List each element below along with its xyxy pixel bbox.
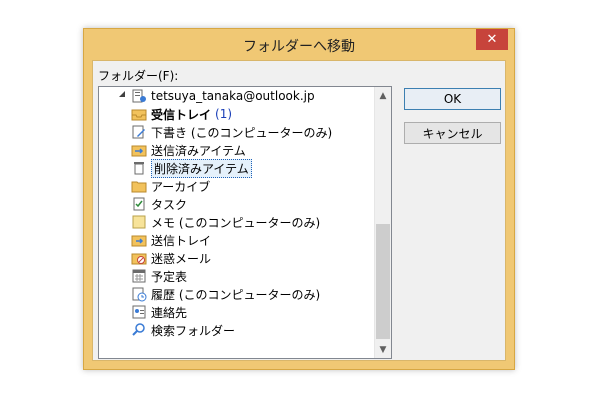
search-folder-icon	[131, 322, 147, 338]
tree-item-folder[interactable]: 履歴 (このコンピューターのみ)	[131, 285, 320, 303]
folder-tree-list: tetsuya_tanaka@outlook.jp 受信トレイ (1) 下書き (こ…	[99, 87, 374, 358]
tree-item-folder[interactable]: 送信済みアイテム	[131, 141, 246, 159]
folder-label-text: 下書き (このコンピューターのみ)	[151, 125, 333, 140]
tree-item-folder[interactable]: アーカイブ	[131, 177, 210, 195]
folder-label-text: 迷惑メール	[151, 251, 212, 266]
folder-label-text: 送信済みアイテム	[151, 143, 246, 158]
tree-item-folder[interactable]: 連絡先	[131, 303, 187, 321]
ok-button[interactable]: OK	[404, 88, 501, 110]
contacts-icon	[131, 304, 147, 320]
title-bar[interactable]: フォルダーへ移動 ✕	[84, 29, 514, 60]
scroll-thumb[interactable]	[376, 224, 390, 339]
folder-label-text: 予定表	[151, 269, 188, 284]
account-name: tetsuya_tanaka@outlook.jp	[151, 89, 315, 103]
sent-icon	[131, 142, 147, 158]
folder-label-text: タスク	[151, 197, 188, 212]
tree-item-folder[interactable]: メモ (このコンピューターのみ)	[131, 213, 320, 231]
scroll-up-arrow-icon[interactable]: ▲	[375, 87, 391, 104]
tree-item-folder[interactable]: 受信トレイ (1)	[131, 105, 232, 123]
dialog-body: フォルダー(F): tetsuya_tanaka@outlook.jp 受信トレ…	[92, 60, 506, 361]
drafts-icon	[131, 124, 147, 140]
outbox-icon	[131, 232, 147, 248]
move-to-folder-dialog: フォルダーへ移動 ✕ フォルダー(F): tetsuya_tanaka@outl…	[83, 28, 515, 370]
folder-label-text: 履歴 (このコンピューターのみ)	[151, 287, 321, 302]
tree-item-folder[interactable]: タスク	[131, 195, 187, 213]
tree-item-folder[interactable]: 迷惑メール	[131, 249, 211, 267]
calendar-icon	[131, 268, 147, 284]
tree-item-account[interactable]: tetsuya_tanaka@outlook.jp	[131, 87, 315, 105]
notes-icon	[131, 214, 147, 230]
folder-label: フォルダー(F):	[98, 69, 179, 83]
inbox-icon	[131, 106, 147, 122]
unread-count: (1)	[215, 107, 233, 121]
tasks-icon	[131, 196, 147, 212]
close-button[interactable]: ✕	[476, 29, 508, 50]
folder-label-text: 送信トレイ	[151, 233, 212, 248]
collapse-arrow-icon[interactable]	[118, 90, 126, 98]
folder-label-text: 削除済みアイテム	[151, 158, 252, 178]
folder-label-text: メモ (このコンピューターのみ)	[151, 215, 321, 230]
tree-scrollbar[interactable]: ▲ ▼	[374, 87, 391, 358]
folder-label-text: 検索フォルダー	[151, 323, 236, 338]
account-mailbox-icon	[131, 88, 147, 104]
scroll-down-arrow-icon[interactable]: ▼	[375, 341, 391, 358]
folder-label-text: アーカイブ	[151, 179, 211, 194]
folder-label-text: 連絡先	[151, 305, 188, 320]
tree-item-folder[interactable]: 送信トレイ	[131, 231, 211, 249]
trash-icon	[131, 160, 147, 176]
close-icon: ✕	[486, 32, 498, 47]
dialog-title: フォルダーへ移動	[243, 39, 355, 55]
folder-tree[interactable]: tetsuya_tanaka@outlook.jp 受信トレイ (1) 下書き (こ…	[98, 86, 392, 359]
tree-item-folder[interactable]: 下書き (このコンピューターのみ)	[131, 123, 332, 141]
tree-item-folder[interactable]: 検索フォルダー	[131, 321, 235, 339]
tree-item-folder[interactable]: 予定表	[131, 267, 187, 285]
archive-icon	[131, 178, 147, 194]
tree-item-folder[interactable]: 削除済みアイテム	[131, 158, 252, 178]
history-icon	[131, 286, 147, 302]
cancel-button[interactable]: キャンセル	[404, 122, 501, 144]
folder-label-text: 受信トレイ	[151, 107, 212, 122]
junk-icon	[131, 250, 147, 266]
